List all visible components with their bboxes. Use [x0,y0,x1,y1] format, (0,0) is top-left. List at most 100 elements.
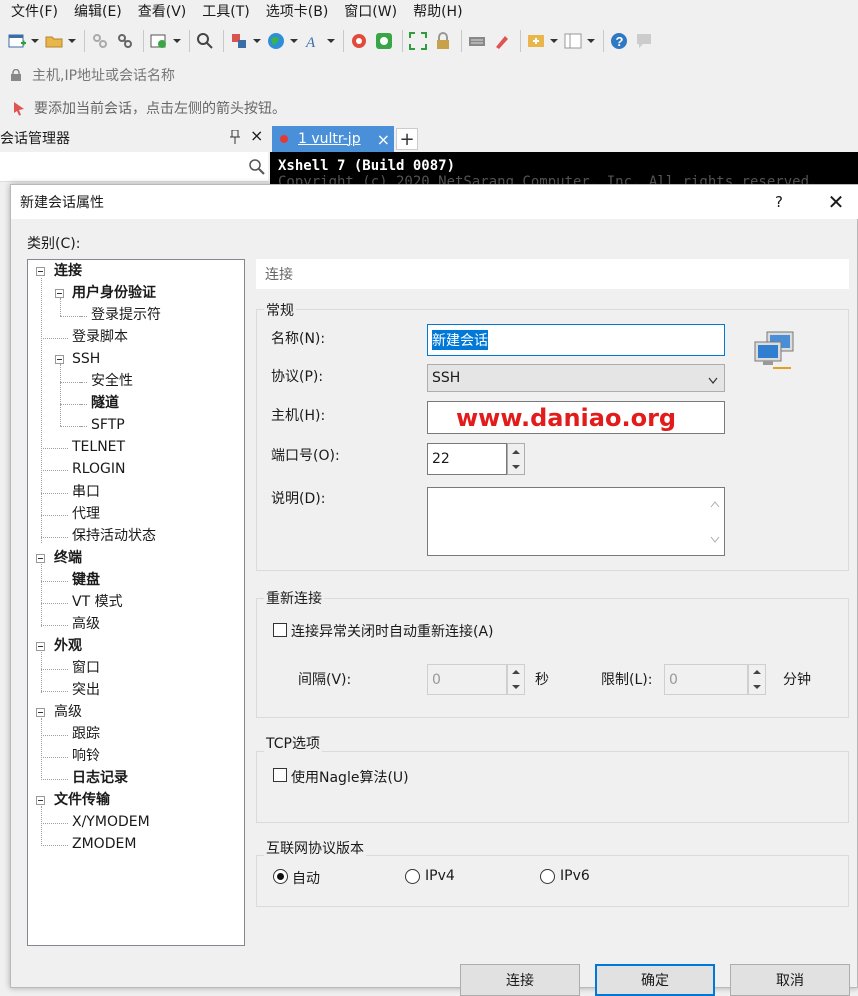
tree-item[interactable]: 用户身份验证 [72,283,156,303]
limit-down-icon[interactable] [749,680,765,695]
properties-icon[interactable] [148,30,170,52]
font-dropdown[interactable] [327,30,335,52]
tree-item[interactable]: TELNET [72,437,125,457]
tree-item[interactable]: 响铃 [72,746,100,766]
tree-item[interactable]: 键盘 [72,570,100,590]
dialog-help-button[interactable]: ? [769,185,789,219]
pin-icon[interactable] [230,129,240,144]
tree-item[interactable]: 串口 [72,482,100,502]
new-session-icon[interactable] [6,30,28,52]
tree-expander-icon[interactable] [36,796,45,806]
ip-auto-radio[interactable] [273,869,288,884]
tree-item[interactable]: 保持活动状态 [72,526,156,546]
tree-expander-icon[interactable] [36,267,45,276]
add-session-arrow-icon[interactable] [12,100,28,116]
interval-down-icon[interactable] [508,680,524,695]
tree-item[interactable]: ZMODEM [72,834,136,854]
tree-item[interactable]: 高级 [72,614,100,634]
tree-item[interactable]: 代理 [72,504,100,524]
lock-icon[interactable] [432,30,454,52]
menu-window[interactable]: 窗口(W) [333,1,402,21]
menu-help[interactable]: 帮助(H) [402,1,467,21]
description-textarea[interactable] [427,487,725,556]
tree-item[interactable]: SSH [72,349,100,369]
port-spinner[interactable] [507,443,525,475]
tree-expander-icon[interactable] [36,708,45,717]
tree-expander-icon[interactable] [36,553,45,563]
category-tree[interactable]: 连接 用户身份验证 登录提示符 登录脚本 SSH 安全性 隧道 SFTP TELNET RLOGI… [27,259,245,946]
limit-spinner[interactable] [748,664,766,695]
protocol-select[interactable]: SSH [427,364,725,392]
tree-item[interactable]: 窗口 [72,658,100,678]
search-icon[interactable] [248,158,266,180]
chat-icon[interactable] [633,30,655,52]
highlight-icon[interactable] [491,30,513,52]
tree-item[interactable]: 跟踪 [72,724,100,744]
tree-expander-icon[interactable] [36,641,45,651]
auto-reconnect-checkbox[interactable] [273,623,287,637]
fullscreen-icon[interactable] [407,30,429,52]
open-folder-icon[interactable] [43,30,65,52]
globe-dropdown[interactable] [290,30,298,52]
scroll-down-icon[interactable] [710,531,720,547]
session-search-box[interactable] [0,152,268,182]
tree-item[interactable]: 登录脚本 [72,327,128,347]
interval-input[interactable]: 0 [427,664,507,695]
ipv4-label[interactable]: IPv4 [425,868,455,884]
add-layout-dropdown[interactable] [550,30,558,52]
tree-item[interactable]: RLOGIN [72,459,126,479]
transfer-dropdown[interactable] [253,30,261,52]
new-session-dropdown[interactable] [31,30,39,52]
tree-item[interactable]: 外观 [54,636,82,656]
menu-edit[interactable]: 编辑(E) [63,1,127,21]
cancel-button[interactable]: 取消 [730,964,850,996]
transfer-icon[interactable] [228,30,250,52]
add-layout-icon[interactable] [525,30,547,52]
tree-item[interactable]: 高级 [54,702,82,722]
keyboard-icon[interactable] [466,30,488,52]
tree-item[interactable]: 日志记录 [72,768,128,788]
scroll-up-icon[interactable] [710,496,720,512]
connect-button[interactable]: 连接 [460,964,580,996]
tree-item[interactable]: X/YMODEM [72,812,150,832]
interval-up-icon[interactable] [508,665,524,680]
menu-view[interactable]: 查看(V) [127,1,192,21]
tree-item[interactable]: 安全性 [91,371,133,391]
menu-file[interactable]: 文件(F) [0,1,63,21]
ipv6-radio[interactable] [540,869,555,884]
ok-button[interactable]: 确定 [595,964,715,996]
layout-dropdown[interactable] [587,30,595,52]
menu-tabs[interactable]: 选项卡(B) [255,1,334,21]
connect-icon[interactable] [89,30,111,52]
new-tab-button[interactable]: + [396,128,418,150]
host-input[interactable]: www.daniao.org [427,401,725,434]
disconnect-icon[interactable] [114,30,136,52]
tree-item[interactable]: 登录提示符 [91,305,161,325]
nagle-label[interactable]: 使用Nagle算法(U) [291,767,409,787]
port-up-icon[interactable] [508,444,524,459]
limit-input[interactable]: 0 [664,664,748,695]
session-manager-close-icon[interactable]: × [250,126,263,145]
port-input[interactable]: 22 [427,443,507,475]
find-icon[interactable] [194,30,216,52]
globe-icon[interactable] [265,30,287,52]
font-icon[interactable]: A [302,30,324,52]
tree-item[interactable]: 突出 [72,680,100,700]
tree-item[interactable]: 终端 [54,548,82,568]
port-down-icon[interactable] [508,459,524,474]
auto-reconnect-label[interactable]: 连接异常关闭时自动重新连接(A) [291,621,494,641]
tree-item[interactable]: 连接 [54,261,82,281]
tree-expander-icon[interactable] [55,289,64,299]
xftp-icon[interactable] [348,30,370,52]
properties-dropdown[interactable] [173,30,181,52]
ipv4-radio[interactable] [405,869,420,884]
help-icon[interactable]: ? [608,30,630,52]
address-bar[interactable]: 主机,IP地址或会话名称 [0,60,858,90]
ip-auto-label[interactable]: 自动 [292,868,320,888]
tree-item[interactable]: SFTP [91,415,125,435]
name-input[interactable]: 新建会话 [427,324,725,356]
open-dropdown[interactable] [68,30,76,52]
tree-item[interactable]: VT 模式 [72,592,123,612]
tree-item[interactable]: 文件传输 [54,790,110,810]
tree-expander-icon[interactable] [55,355,64,365]
